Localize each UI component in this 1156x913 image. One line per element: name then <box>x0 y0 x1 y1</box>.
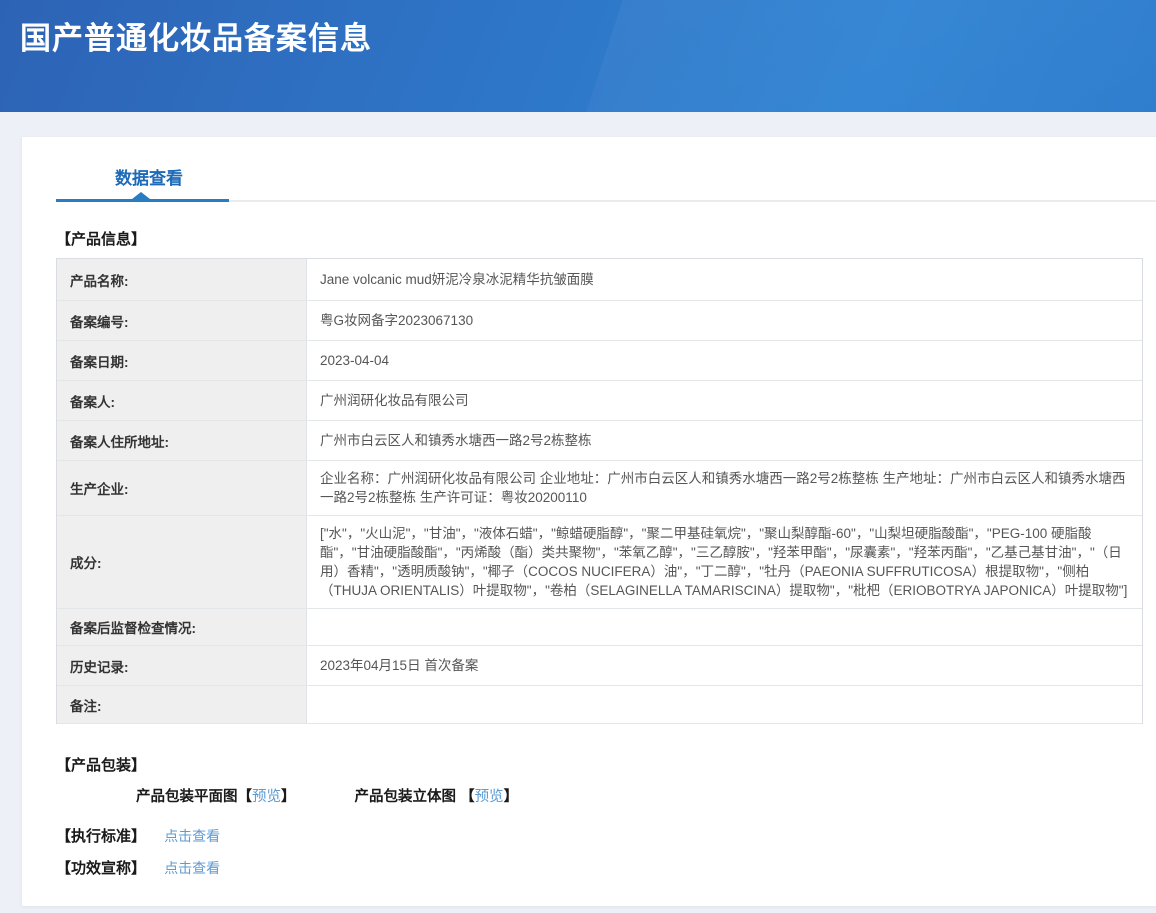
row-label-registrant: 备案人: <box>57 381 307 420</box>
tab-data-view[interactable]: 数据查看 <box>115 164 183 189</box>
row-value-product-name: Jane volcanic mud妍泥冷泉冰泥精华抗皱面膜 <box>307 259 1142 300</box>
bracket-open: 【 <box>238 789 253 805</box>
bracket-close: 】 <box>504 789 519 805</box>
row-value-ingredients: ["水"，"火山泥"，"甘油"，"液体石蜡"，"鲸蜡硬脂醇"，"聚二甲基硅氧烷"… <box>307 516 1142 608</box>
packaging-flat-preview-link[interactable]: 预览 <box>252 789 281 805</box>
table-row: 备案日期: 2023-04-04 <box>57 341 1142 381</box>
row-value-registration-number: 粤G妆网备字2023067130 <box>307 301 1142 340</box>
execution-standard-row: 【执行标准】 点击查看 <box>56 825 1143 846</box>
row-value-registrant-address: 广州市白云区人和镇秀水塘西一路2号2栋整栋 <box>307 421 1142 460</box>
active-tab-indicator <box>56 199 229 202</box>
row-value-manufacturer: 企业名称：广州润研化妆品有限公司 企业地址：广州市白云区人和镇秀水塘西一路2号2… <box>307 461 1142 515</box>
execution-standard-view-link[interactable]: 点击查看 <box>164 828 220 844</box>
section-title-product-info: 【产品信息】 <box>56 228 1143 249</box>
row-label-registrant-address: 备案人住所地址: <box>57 421 307 460</box>
tab-divider <box>56 200 1156 202</box>
row-label-history: 历史记录: <box>57 646 307 685</box>
table-row: 成分: ["水"，"火山泥"，"甘油"，"液体石蜡"，"鲸蜡硬脂醇"，"聚二甲基… <box>57 516 1142 609</box>
table-row: 备案人: 广州润研化妆品有限公司 <box>57 381 1142 421</box>
efficacy-claim-view-link[interactable]: 点击查看 <box>164 860 220 876</box>
table-row: 备案后监督检查情况: <box>57 609 1142 646</box>
tab-bar: 数据查看 <box>56 137 1143 200</box>
table-row: 备案人住所地址: 广州市白云区人和镇秀水塘西一路2号2栋整栋 <box>57 421 1142 461</box>
packaging-stereo-item: 产品包装立体图 【预览】 <box>355 785 519 806</box>
packaging-stereo-label: 产品包装立体图 <box>355 789 457 805</box>
row-label-remarks: 备注: <box>57 686 307 723</box>
section-title-efficacy-claim: 【功效宣称】 <box>56 857 146 878</box>
row-value-history: 2023年04月15日 首次备案 <box>307 646 1142 685</box>
section-title-packaging: 【产品包装】 <box>56 754 1143 775</box>
row-value-remarks <box>307 686 1142 723</box>
packaging-stereo-preview-link[interactable]: 预览 <box>475 789 504 805</box>
bracket-open: 【 <box>460 789 475 805</box>
page-title: 国产普通化妆品备案信息 <box>0 0 1156 58</box>
table-row: 历史记录: 2023年04月15日 首次备案 <box>57 646 1142 686</box>
section-title-execution-standard: 【执行标准】 <box>56 825 146 846</box>
table-row: 生产企业: 企业名称：广州润研化妆品有限公司 企业地址：广州市白云区人和镇秀水塘… <box>57 461 1142 516</box>
page-footer: 本站由国家药品监督管理局主办 版权所有 Copyright © NMPA All… <box>0 906 1156 913</box>
packaging-links-row: 产品包装平面图【预览】 产品包装立体图 【预览】 <box>136 785 1143 806</box>
table-row: 备注: <box>57 686 1142 724</box>
page-header: 国产普通化妆品备案信息 <box>0 0 1156 112</box>
row-label-ingredients: 成分: <box>57 516 307 608</box>
row-label-product-name: 产品名称: <box>57 259 307 300</box>
product-info-table: 产品名称: Jane volcanic mud妍泥冷泉冰泥精华抗皱面膜 备案编号… <box>56 258 1143 724</box>
row-label-supervision-check: 备案后监督检查情况: <box>57 609 307 645</box>
row-value-supervision-check <box>307 609 1142 645</box>
row-label-registration-date: 备案日期: <box>57 341 307 380</box>
content-card: 数据查看 【产品信息】 产品名称: Jane volcanic mud妍泥冷泉冰… <box>22 137 1156 906</box>
row-label-manufacturer: 生产企业: <box>57 461 307 515</box>
row-value-registrant: 广州润研化妆品有限公司 <box>307 381 1142 420</box>
packaging-flat-label: 产品包装平面图 <box>136 789 238 805</box>
table-row: 备案编号: 粤G妆网备字2023067130 <box>57 301 1142 341</box>
row-label-registration-number: 备案编号: <box>57 301 307 340</box>
packaging-flat-item: 产品包装平面图【预览】 <box>136 785 296 806</box>
efficacy-claim-row: 【功效宣称】 点击查看 <box>56 857 1143 878</box>
bracket-close: 】 <box>281 789 296 805</box>
table-row: 产品名称: Jane volcanic mud妍泥冷泉冰泥精华抗皱面膜 <box>57 259 1142 301</box>
row-value-registration-date: 2023-04-04 <box>307 341 1142 380</box>
